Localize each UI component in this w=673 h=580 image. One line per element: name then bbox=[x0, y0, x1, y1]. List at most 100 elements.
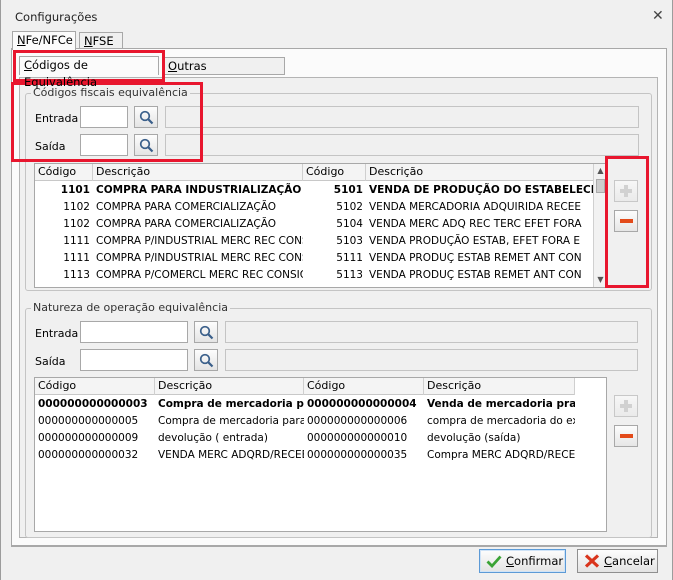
fiscal-saida-search-button[interactable] bbox=[134, 134, 158, 156]
table-cell: 000000000000005 bbox=[38, 415, 139, 427]
fiscal-saida-description bbox=[165, 134, 639, 156]
fiscal-table-scrollbar[interactable]: ▲ ▼ bbox=[593, 164, 606, 287]
saida-label: Saída bbox=[35, 140, 66, 153]
table-cell: COMPRA P/INDUSTRIAL MERC REC CONS bbox=[96, 235, 303, 247]
table-cell: 000000000000003 bbox=[38, 398, 148, 410]
table-cell: Venda de mercadoria pra rev bbox=[427, 398, 575, 410]
table-cell: compra de mercadoria do ex bbox=[427, 415, 575, 427]
entrada-label: Entrada bbox=[35, 112, 79, 125]
table-row[interactable]: 1113 COMPRA P/COMERCL MERC REC CONSIG 5113… bbox=[35, 267, 593, 284]
table-cell: 000000000000009 bbox=[38, 432, 139, 444]
table-cell: 1102 bbox=[63, 218, 90, 230]
table-row[interactable]: 000000000000032 VENDA MERC ADQRD/RECEB 000… bbox=[35, 447, 575, 464]
table-cell: VENDA PRODUÇ ESTAB REMET ANT CON bbox=[369, 269, 582, 281]
scroll-up-icon[interactable]: ▲ bbox=[594, 164, 606, 178]
table-cell: VENDA PROD ESTAB ORIG ENC ENTR bbox=[366, 284, 593, 287]
search-icon bbox=[199, 325, 214, 340]
table-header: Código Descrição Código Descrição bbox=[35, 378, 575, 395]
table-row[interactable]: 1111 COMPRA P/INDUSTRIAL MERC REC CONS 510… bbox=[35, 233, 593, 250]
table-cell: COMPRA P/INDUSTRIAL MERC REC CONS bbox=[96, 252, 303, 264]
table-cell: 5102 bbox=[336, 201, 363, 213]
natureza-saida-search-button[interactable] bbox=[194, 349, 218, 371]
saida-label: Saída bbox=[35, 355, 66, 368]
settings-window: Configurações ✕ NFe/NFCe NFSE Códigos de… bbox=[0, 0, 673, 580]
table-cell: Compra de mercadoria pra re bbox=[158, 398, 304, 410]
table-cell: 5103 bbox=[336, 235, 363, 247]
table-row[interactable]: 000000000000009 devolução ( entrada) 00000… bbox=[35, 430, 575, 447]
fiscal-codes-table[interactable]: Código Descrição Código Descrição 1101 CO… bbox=[34, 163, 607, 288]
table-cell: Compra de mercadoria para bbox=[158, 415, 304, 427]
footer-divider bbox=[11, 546, 667, 547]
table-cell: 5116 bbox=[303, 284, 366, 287]
fiscal-entrada-input[interactable] bbox=[80, 106, 128, 128]
fiscal-entrada-search-button[interactable] bbox=[134, 106, 158, 128]
table-row[interactable]: 000000000000003 Compra de mercadoria pra … bbox=[35, 396, 575, 413]
tab-outras-configuracoes[interactable]: Outras Configurações bbox=[163, 57, 285, 90]
fiscal-add-button[interactable] bbox=[614, 180, 638, 202]
tab-codigos-equivalencia[interactable]: Códigos de Equivalência bbox=[19, 56, 159, 89]
natureza-entrada-description bbox=[225, 321, 638, 343]
table-cell: 1113 bbox=[63, 269, 90, 281]
natureza-remove-button[interactable] bbox=[614, 425, 638, 447]
search-icon bbox=[139, 138, 154, 153]
natureza-entrada-search-button[interactable] bbox=[194, 321, 218, 343]
table-cell: 5101 bbox=[333, 184, 363, 196]
fiscal-remove-button[interactable] bbox=[614, 210, 638, 232]
table-cell: 000000000000004 bbox=[307, 398, 417, 410]
minus-icon bbox=[620, 434, 633, 438]
table-cell: 000000000000010 bbox=[307, 432, 408, 444]
table-row[interactable]: 1111 COMPRA P/INDUSTRIAL MERC REC CONS 511… bbox=[35, 250, 593, 267]
check-icon bbox=[486, 555, 502, 568]
table-row[interactable]: 1102 COMPRA PARA COMERCIALIZAÇÃO 5102 VENDA… bbox=[35, 199, 593, 216]
natureza-entrada-input[interactable] bbox=[80, 321, 188, 343]
search-icon bbox=[199, 353, 214, 368]
natureza-saida-description bbox=[225, 349, 638, 371]
table-cell: VENDA MERC ADQRD/RECEB bbox=[158, 449, 304, 461]
confirm-button[interactable]: Confirmar bbox=[479, 549, 566, 573]
entrada-label: Entrada bbox=[35, 327, 79, 340]
table-cell: VENDA PRODUÇ ESTAB REMET ANT CON bbox=[369, 252, 582, 264]
table-cell: devolução (saída) bbox=[427, 432, 521, 444]
group-title-natureza: Natureza de operação equivalência bbox=[31, 301, 230, 314]
table-cell: 1102 bbox=[63, 201, 90, 213]
tab-nfe-nfce[interactable]: NFe/NFCe bbox=[12, 31, 76, 50]
table-cell: COMPRA PARA INDUSTRIALIZAÇÃO bbox=[96, 184, 302, 196]
table-cell: 5104 bbox=[336, 218, 363, 230]
table-cell: COMPRA P/INDL ORIG ENCOM P/REC FU bbox=[93, 284, 303, 287]
table-cell: 000000000000032 bbox=[38, 449, 139, 461]
table-cell: COMPRA PARA COMERCIALIZAÇÃO bbox=[96, 201, 277, 213]
table-cell: 1116 bbox=[35, 284, 93, 287]
cross-icon bbox=[584, 554, 600, 568]
table-cell: 5113 bbox=[336, 269, 363, 281]
table-cell: VENDA PRODUÇÃO ESTAB, EFET FORA E bbox=[369, 235, 581, 247]
table-row[interactable]: 1101 COMPRA PARA INDUSTRIALIZAÇÃO 5101 VEND… bbox=[35, 182, 593, 199]
table-cell: VENDA MERC ADQ REC TERC EFET FORA bbox=[369, 218, 582, 230]
fiscal-entrada-description bbox=[165, 106, 639, 128]
table-cell: devolução ( entrada) bbox=[158, 432, 268, 444]
search-icon bbox=[139, 110, 154, 125]
table-cell: Compra MERC ADQRD/RECE bbox=[427, 449, 575, 461]
table-cell: 000000000000006 bbox=[307, 415, 408, 427]
fiscal-saida-input[interactable] bbox=[80, 134, 128, 156]
table-row[interactable]: 000000000000005 Compra de mercadoria para… bbox=[35, 413, 575, 430]
natureza-add-button[interactable] bbox=[614, 395, 638, 417]
window-title: Configurações bbox=[15, 10, 98, 24]
minus-icon bbox=[620, 219, 633, 223]
table-header: Código Descrição Código Descrição bbox=[35, 164, 595, 181]
plus-icon bbox=[620, 400, 632, 412]
table-cell: VENDA DE PRODUÇÃO DO ESTABELECIM bbox=[369, 184, 593, 196]
table-cell: COMPRA PARA COMERCIALIZAÇÃO bbox=[96, 218, 277, 230]
table-row[interactable]: 1102 COMPRA PARA COMERCIALIZAÇÃO 5104 VENDA… bbox=[35, 216, 593, 233]
scroll-thumb[interactable] bbox=[596, 179, 605, 193]
plus-icon bbox=[620, 185, 632, 197]
cancel-button[interactable]: Cancelar bbox=[577, 549, 658, 573]
natureza-saida-input[interactable] bbox=[80, 349, 188, 371]
close-icon[interactable]: ✕ bbox=[652, 8, 664, 24]
scroll-down-icon[interactable]: ▼ bbox=[594, 273, 606, 287]
table-cell: 1111 bbox=[63, 235, 90, 247]
table-row[interactable]: 1116COMPRA P/INDL ORIG ENCOM P/REC FU511… bbox=[35, 284, 593, 287]
natureza-table[interactable]: Código Descrição Código Descrição 000000… bbox=[34, 377, 607, 532]
table-cell: VENDA MERCADORIA ADQUIRIDA RECEE bbox=[369, 201, 581, 213]
table-cell: 1111 bbox=[63, 252, 90, 264]
table-cell: 5111 bbox=[336, 252, 363, 264]
